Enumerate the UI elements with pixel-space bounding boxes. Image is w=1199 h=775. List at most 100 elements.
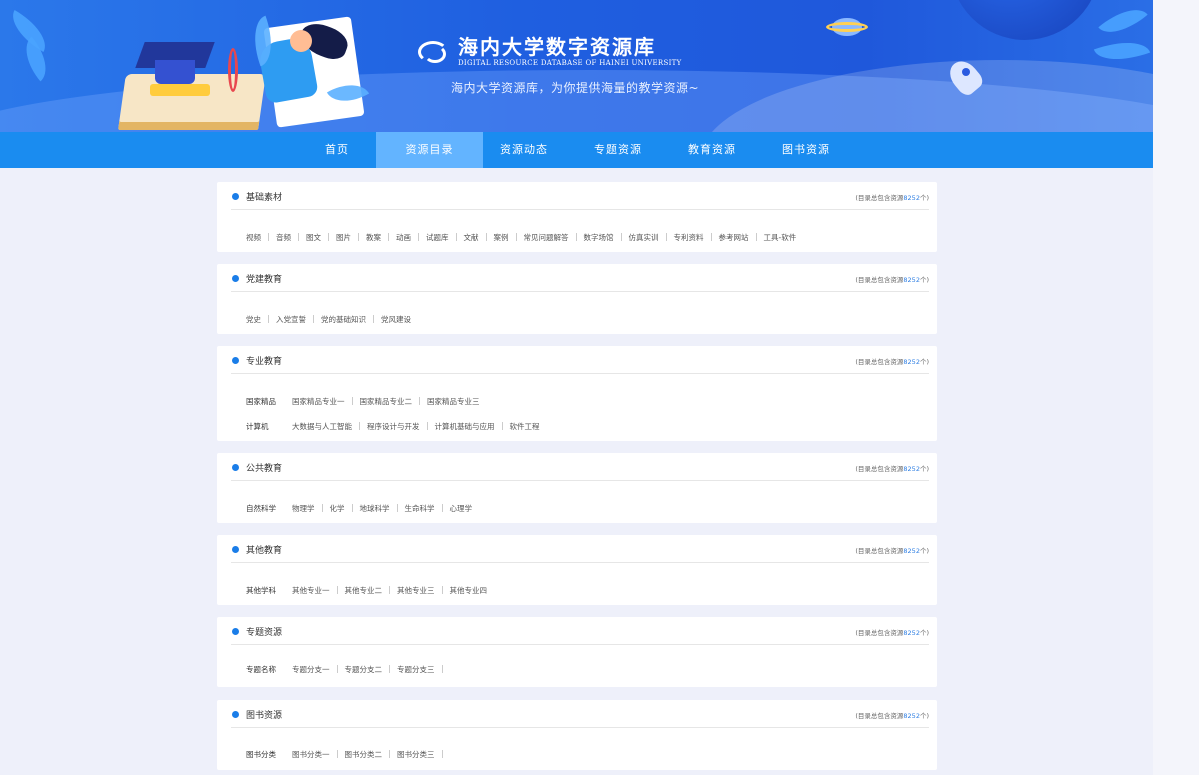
- category-link[interactable]: 动画: [396, 232, 411, 243]
- bullet-icon: [232, 711, 239, 718]
- category-link[interactable]: 专题分支三: [397, 664, 435, 675]
- nav-item-0[interactable]: 首页: [316, 132, 358, 168]
- section-title[interactable]: 专业教育: [246, 354, 282, 367]
- category-link[interactable]: 党的基础知识: [321, 314, 366, 325]
- nav-item-4[interactable]: 教育资源: [663, 132, 761, 168]
- count-suffix: 个): [919, 194, 929, 202]
- section-title[interactable]: 党建教育: [246, 272, 282, 285]
- category-link[interactable]: 常见问题解答: [524, 232, 569, 243]
- category-link[interactable]: 生命科学: [405, 503, 435, 514]
- section-title[interactable]: 基础素材: [246, 190, 282, 203]
- category-link[interactable]: 党史: [246, 314, 261, 325]
- category-link[interactable]: 大数据与人工智能: [292, 421, 352, 432]
- category-link[interactable]: 仿真实训: [629, 232, 659, 243]
- category-link[interactable]: 案例: [494, 232, 509, 243]
- divider: [418, 233, 419, 241]
- nav-item-5[interactable]: 图书资源: [761, 132, 851, 168]
- divider: [710, 233, 712, 241]
- divider: [328, 233, 329, 241]
- category-link[interactable]: 计算机基础与应用: [435, 421, 495, 432]
- category-link[interactable]: 图文: [306, 232, 321, 243]
- divider: [419, 397, 420, 405]
- category-row: 视频 音频 图文 图片 教案 动画 试题库 文献 案例 常见问题解答 数字场馆 仿真实训 专利资料 参考网…: [246, 230, 796, 244]
- section-header: 图书资源 (目录总包含资源8252个): [231, 700, 929, 728]
- section-title[interactable]: 图书资源: [246, 708, 282, 721]
- divider: [321, 504, 323, 512]
- category-link[interactable]: 党风建设: [381, 314, 411, 325]
- category-link[interactable]: 数字场馆: [584, 232, 614, 243]
- divider: [351, 504, 353, 512]
- divider: [336, 750, 338, 758]
- divider: [665, 233, 667, 241]
- category-link[interactable]: 图书分类三: [397, 749, 435, 760]
- category-link[interactable]: 专题分支一: [292, 664, 330, 675]
- category-link[interactable]: 国家精品专业三: [427, 396, 480, 407]
- main-nav: 首页 资源目录 资源动态 专题资源 教育资源 图书资源: [0, 132, 1153, 168]
- category-link[interactable]: 专题分支二: [345, 664, 383, 675]
- category-label: 图书分类: [246, 749, 276, 759]
- catalog-section: 基础素材 (目录总包含资源8252个) 视频 音频 图文 图片 教案 动画 试题库 文献 案例 常见问…: [217, 182, 937, 252]
- count-suffix: 个): [919, 629, 929, 637]
- category-link[interactable]: 工具-软件: [764, 232, 797, 243]
- category-link[interactable]: 图书分类一: [292, 749, 330, 760]
- category-link[interactable]: 国家精品专业二: [360, 396, 413, 407]
- nav-item-1[interactable]: 资源目录: [376, 132, 483, 168]
- count-prefix: (目录总包含资源: [855, 194, 904, 202]
- category-link[interactable]: 国家精品专业一: [292, 396, 345, 407]
- bullet-icon: [232, 464, 239, 471]
- count-number: 8252: [903, 629, 920, 637]
- leaf-icon: [1098, 0, 1148, 45]
- category-link[interactable]: 图书分类二: [345, 749, 383, 760]
- category-link[interactable]: 其他专业三: [397, 585, 435, 596]
- category-link[interactable]: 地球科学: [360, 503, 390, 514]
- section-title[interactable]: 其他教育: [246, 543, 282, 556]
- category-link[interactable]: 其他专业一: [292, 585, 330, 596]
- section-header: 专业教育 (目录总包含资源8252个): [231, 346, 929, 374]
- category-link[interactable]: 物理学: [292, 503, 315, 514]
- count-number: 8252: [903, 276, 920, 284]
- book-stack-illustration: [150, 84, 210, 96]
- category-link[interactable]: 视频: [246, 232, 261, 243]
- section-title[interactable]: 公共教育: [246, 461, 282, 474]
- catalog-section: 图书资源 (目录总包含资源8252个) 图书分类 图书分类一 图书分类二 图书分类三: [217, 700, 937, 770]
- section-title[interactable]: 专题资源: [246, 625, 282, 638]
- divider: [268, 315, 269, 323]
- section-resource-count: (目录总包含资源8252个): [855, 463, 929, 473]
- category-link[interactable]: 教案: [366, 232, 381, 243]
- page-gutter: [1153, 0, 1199, 775]
- category-link[interactable]: 程序设计与开发: [367, 421, 420, 432]
- bullet-icon: [232, 546, 239, 553]
- site-logo[interactable]: 海内大学数字资源库 DIGITAL RESOURCE DATABASE OF H…: [418, 36, 682, 68]
- count-suffix: 个): [919, 712, 929, 720]
- divider: [455, 233, 457, 241]
- divider: [441, 750, 443, 758]
- count-prefix: (目录总包含资源: [855, 358, 904, 366]
- section-header: 专题资源 (目录总包含资源8252个): [231, 617, 929, 645]
- category-link[interactable]: 入党宣誓: [276, 314, 306, 325]
- category-link[interactable]: 软件工程: [510, 421, 540, 432]
- category-link[interactable]: 试题库: [426, 232, 449, 243]
- category-link[interactable]: 文献: [464, 232, 479, 243]
- category-link[interactable]: 图片: [336, 232, 351, 243]
- divider: [351, 397, 353, 405]
- catalog-section: 党建教育 (目录总包含资源8252个) 党史 入党宣誓 党的基础知识 党风建设: [217, 264, 937, 334]
- nav-item-3[interactable]: 专题资源: [573, 132, 663, 168]
- nav-item-2[interactable]: 资源动态: [483, 132, 565, 168]
- divider: [441, 504, 443, 512]
- catalog-section: 公共教育 (目录总包含资源8252个) 自然科学 物理学 化学 地球科学 生命科学 心理学: [217, 453, 937, 523]
- category-link[interactable]: 心理学: [450, 503, 473, 514]
- category-link[interactable]: 专利资料: [674, 232, 704, 243]
- count-number: 8252: [903, 194, 920, 202]
- category-link[interactable]: 其他专业四: [450, 585, 488, 596]
- category-link[interactable]: 参考网站: [719, 232, 749, 243]
- count-prefix: (目录总包含资源: [855, 547, 904, 555]
- category-link[interactable]: 其他专业二: [345, 585, 383, 596]
- divider: [336, 665, 338, 673]
- category-link[interactable]: 化学: [330, 503, 345, 514]
- count-number: 8252: [903, 547, 920, 555]
- bullet-icon: [232, 628, 239, 635]
- bullet-icon: [232, 275, 239, 282]
- category-link[interactable]: 音频: [276, 232, 291, 243]
- count-suffix: 个): [919, 358, 929, 366]
- category-row: 国家精品 国家精品专业一 国家精品专业二 国家精品专业三: [246, 394, 480, 408]
